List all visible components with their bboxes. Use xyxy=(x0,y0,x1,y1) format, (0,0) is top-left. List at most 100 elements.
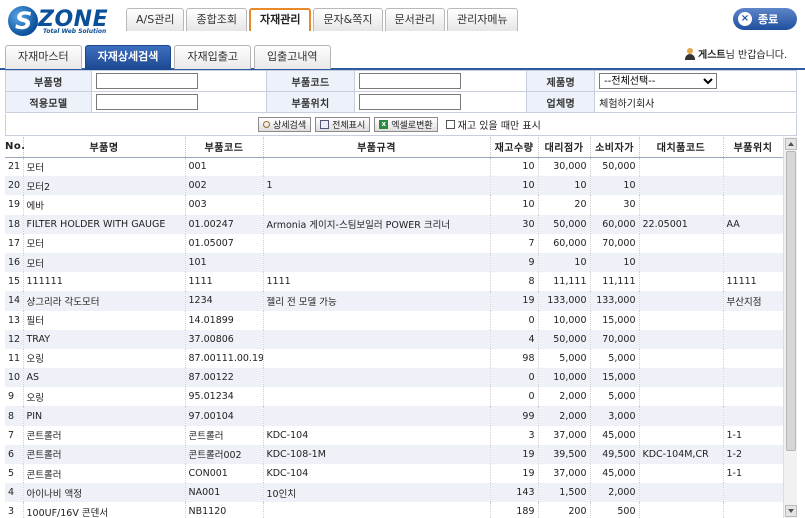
table-row[interactable]: 17 모터 01.05007 7 60,000 70,000 xyxy=(5,233,784,253)
table-cell xyxy=(723,252,784,273)
table-cell: 133,000 xyxy=(538,291,591,311)
sub-tab[interactable]: 자재마스터 xyxy=(5,45,82,69)
table-cell: 17 xyxy=(5,233,24,253)
nav-tab[interactable]: 문자&쪽지 xyxy=(313,8,383,31)
table-cell xyxy=(723,502,784,518)
table-cell xyxy=(639,483,724,503)
sub-tab[interactable]: 입출고내역 xyxy=(253,45,331,69)
show-all-button[interactable]: 전체표시 xyxy=(315,117,371,132)
table-cell: 30 xyxy=(590,195,640,215)
column-header[interactable]: 부품위치 xyxy=(723,137,784,158)
scroll-up-arrow-icon[interactable] xyxy=(785,138,797,150)
exit-button[interactable]: × 종료 xyxy=(733,8,797,30)
table-cell: 5,000 xyxy=(590,387,640,407)
table-row[interactable]: 6 콘트롤러 콘트롤러002 KDC-108-1M 19 39,500 49,500 KDC-… xyxy=(5,444,784,464)
table-cell: NA001 xyxy=(185,483,264,503)
table-row[interactable]: 3 100UF/16V 콘덴서 NB1120 189 200 500 xyxy=(5,502,784,518)
table-cell: 15,000 xyxy=(590,368,640,388)
table-cell: 부산지점 xyxy=(723,291,784,311)
table-row[interactable]: 16 모터 101 9 10 10 xyxy=(5,252,784,273)
table-row[interactable]: 20 모터2 002 1 10 10 10 xyxy=(5,176,784,196)
table-cell: 16 xyxy=(5,252,24,273)
table-cell: 3 xyxy=(490,425,539,445)
location-label: 부품위치 xyxy=(265,91,356,113)
table-cell: KDC-108-1M xyxy=(263,444,491,464)
table-cell: AS xyxy=(23,368,186,388)
table-cell: 0 xyxy=(490,368,539,388)
stock-only-checkbox[interactable]: 재고 있을 때만 표시 xyxy=(445,117,541,132)
sub-tab-bar: 자재마스터 자재상세검색 자재입출고 입출고내역 게스트 님 반갑습니다. xyxy=(0,40,805,70)
table-cell: 01.00247 xyxy=(185,214,264,234)
zone-logo[interactable]: S ZONE Total Web Solution xyxy=(8,6,118,36)
maker-select[interactable]: --전체선택-- xyxy=(599,73,718,89)
column-header[interactable]: 부품명 xyxy=(23,137,186,158)
table-row[interactable]: 8 PIN 97.00104 99 2,000 3,000 xyxy=(5,406,784,426)
table-cell: 70,000 xyxy=(590,233,640,253)
greeting-name: 게스트 xyxy=(698,50,726,61)
location-input[interactable] xyxy=(359,94,462,110)
table-cell: NB1120 xyxy=(185,502,264,518)
table-row[interactable]: 21 모터 001 10 30,000 50,000 xyxy=(5,157,784,177)
nav-tab[interactable]: 종합조회 xyxy=(186,8,247,31)
table-body: 21 모터 001 10 30,000 50,000 20 모터2 002 1 10 10 10 19 에바… xyxy=(5,157,784,518)
excel-export-button[interactable]: x 엑셀로변환 xyxy=(374,117,438,132)
table-cell: 아이나비 액정 xyxy=(23,483,186,503)
table-cell: 2,000 xyxy=(538,406,591,426)
checkbox-box[interactable] xyxy=(445,120,455,129)
column-header[interactable]: 재고수량 xyxy=(490,137,539,158)
nav-tab[interactable]: 관리자메뉴 xyxy=(446,8,518,31)
table-row[interactable]: 14 샹그리라 각도모터 1234 젤리 전 모델 가능 19 133,000 133,00… xyxy=(5,291,784,311)
table-row[interactable]: 11 오링 87.00111.00.19 98 5,000 5,000 xyxy=(5,348,784,369)
table-cell: 1111 xyxy=(185,272,264,292)
column-header[interactable]: 소비자가 xyxy=(590,137,640,158)
column-header[interactable]: 대리점가 xyxy=(538,137,591,158)
table-cell: 60,000 xyxy=(590,214,640,234)
table-cell: 모터2 xyxy=(23,176,186,196)
table-cell xyxy=(639,157,724,177)
table-row[interactable]: 18 FILTER HOLDER WITH GAUGE 01.00247 Armoni… xyxy=(5,214,784,234)
table-cell xyxy=(723,157,784,177)
table-cell: 에바 xyxy=(23,195,186,215)
scroll-down-arrow-icon[interactable] xyxy=(785,505,797,517)
table-cell: 5 xyxy=(5,464,24,484)
table-row[interactable]: 15 111111 1111 1111 8 11,111 11,111 11111 xyxy=(5,272,784,292)
table-cell xyxy=(263,348,491,369)
table-row[interactable]: 4 아이나비 액정 NA001 10인치 143 1,500 2,000 xyxy=(5,483,784,503)
nav-tab[interactable]: A/S관리 xyxy=(126,8,185,31)
table-cell: 21 xyxy=(5,157,24,177)
table-row[interactable]: 19 에바 003 10 20 30 xyxy=(5,195,784,215)
greeting-suffix: 님 반갑습니다. xyxy=(725,50,788,61)
sub-tab[interactable]: 자재입출고 xyxy=(174,45,251,69)
table-row[interactable]: 9 오링 95.01234 0 2,000 5,000 xyxy=(5,387,784,407)
vertical-scrollbar[interactable] xyxy=(783,137,797,518)
column-header[interactable]: 대치품코드 xyxy=(639,137,724,158)
table-cell: 37,000 xyxy=(538,425,591,445)
table-row[interactable]: 13 필터 14.01899 0 10,000 15,000 xyxy=(5,310,784,330)
table-cell: 1,500 xyxy=(538,483,591,503)
column-header[interactable]: No. xyxy=(5,137,25,158)
column-header[interactable]: 부품규격 xyxy=(263,137,491,158)
scroll-thumb[interactable] xyxy=(786,151,796,451)
column-header[interactable]: 부품코드 xyxy=(185,137,264,158)
nav-tab[interactable]: 자재관리 xyxy=(248,8,312,31)
table-cell: 19 xyxy=(490,444,539,464)
table-row[interactable]: 7 콘트롤러 콘트롤러 KDC-104 3 37,000 45,000 1-1 xyxy=(5,425,784,445)
table-cell xyxy=(723,329,784,349)
model-input[interactable] xyxy=(95,94,198,110)
nav-tab[interactable]: 문서관리 xyxy=(384,8,445,31)
table-cell: 13 xyxy=(5,310,24,330)
table-cell: 19 xyxy=(490,291,539,311)
part-code-input[interactable] xyxy=(359,73,462,89)
table-cell xyxy=(639,406,724,426)
table-row[interactable]: 10 AS 87.00122 0 10,000 15,000 xyxy=(5,368,784,388)
table-cell: 2,000 xyxy=(590,483,640,503)
table-cell: 39,500 xyxy=(538,444,591,464)
part-name-input[interactable] xyxy=(95,73,198,89)
sub-tab[interactable]: 자재상세검색 xyxy=(84,45,172,70)
exit-label: 종료 xyxy=(758,13,779,26)
detail-search-button[interactable]: 상세검색 xyxy=(258,117,312,132)
table-cell: 14.01899 xyxy=(185,310,264,330)
table-row[interactable]: 5 콘트롤러 CON001 KDC-104 19 37,000 45,000 1-1 xyxy=(5,464,784,484)
table-cell: 15,000 xyxy=(590,310,640,330)
table-row[interactable]: 12 TRAY 37.00806 4 50,000 70,000 xyxy=(5,329,784,349)
